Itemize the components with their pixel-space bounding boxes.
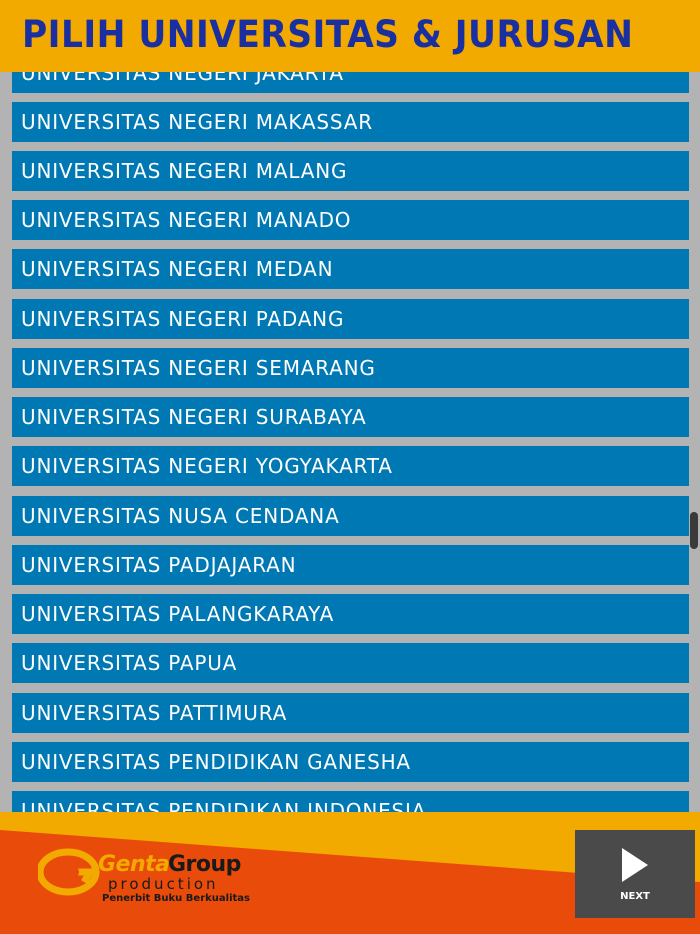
scrollbar-thumb[interactable] xyxy=(690,512,698,549)
list-item[interactable]: UNIVERSITAS PADJAJARAN xyxy=(12,545,689,585)
list-item[interactable]: UNIVERSITAS NEGERI SEMARANG xyxy=(12,348,689,388)
list-item[interactable]: UNIVERSITAS NEGERI MALANG xyxy=(12,151,689,191)
genta-group-logo: Genta Group production Penerbit Buku Ber… xyxy=(38,848,278,908)
list-item[interactable]: UNIVERSITAS PAPUA xyxy=(12,643,689,683)
list-item[interactable]: UNIVERSITAS NEGERI YOGYAKARTA xyxy=(12,446,689,486)
list-item[interactable]: UNIVERSITAS NEGERI MEDAN xyxy=(12,249,689,289)
list-item[interactable]: UNIVERSITAS NEGERI MANADO xyxy=(12,200,689,240)
university-list: UNIVERSITAS NEGERI JAKARTA UNIVERSITAS N… xyxy=(0,0,700,934)
list-item[interactable]: UNIVERSITAS NEGERI MAKASSAR xyxy=(12,102,689,142)
list-item[interactable]: UNIVERSITAS NEGERI PADANG xyxy=(12,299,689,339)
next-button-label: NEXT xyxy=(620,891,650,902)
footer-bar: Genta Group production Penerbit Buku Ber… xyxy=(0,812,700,934)
list-item[interactable]: UNIVERSITAS PATTIMURA xyxy=(12,693,689,733)
list-item[interactable]: UNIVERSITAS NUSA CENDANA xyxy=(12,496,689,536)
logo-brand-secondary: Group xyxy=(168,852,241,877)
logo-brand-primary: Genta xyxy=(98,852,170,877)
genta-g-logo-icon xyxy=(38,848,100,896)
logo-tagline: Penerbit Buku Berkualitas xyxy=(102,893,250,904)
play-triangle-icon xyxy=(622,848,648,882)
next-button[interactable]: NEXT xyxy=(575,830,695,918)
page-title: PILIH UNIVERSITAS & JURUSAN xyxy=(22,13,634,56)
list-item[interactable]: UNIVERSITAS PENDIDIKAN GANESHA xyxy=(12,742,689,782)
list-item[interactable]: UNIVERSITAS NEGERI SURABAYA xyxy=(12,397,689,437)
list-item[interactable]: UNIVERSITAS PALANGKARAYA xyxy=(12,594,689,634)
header-bar: PILIH UNIVERSITAS & JURUSAN xyxy=(0,0,700,72)
logo-production-text: production xyxy=(108,875,219,893)
